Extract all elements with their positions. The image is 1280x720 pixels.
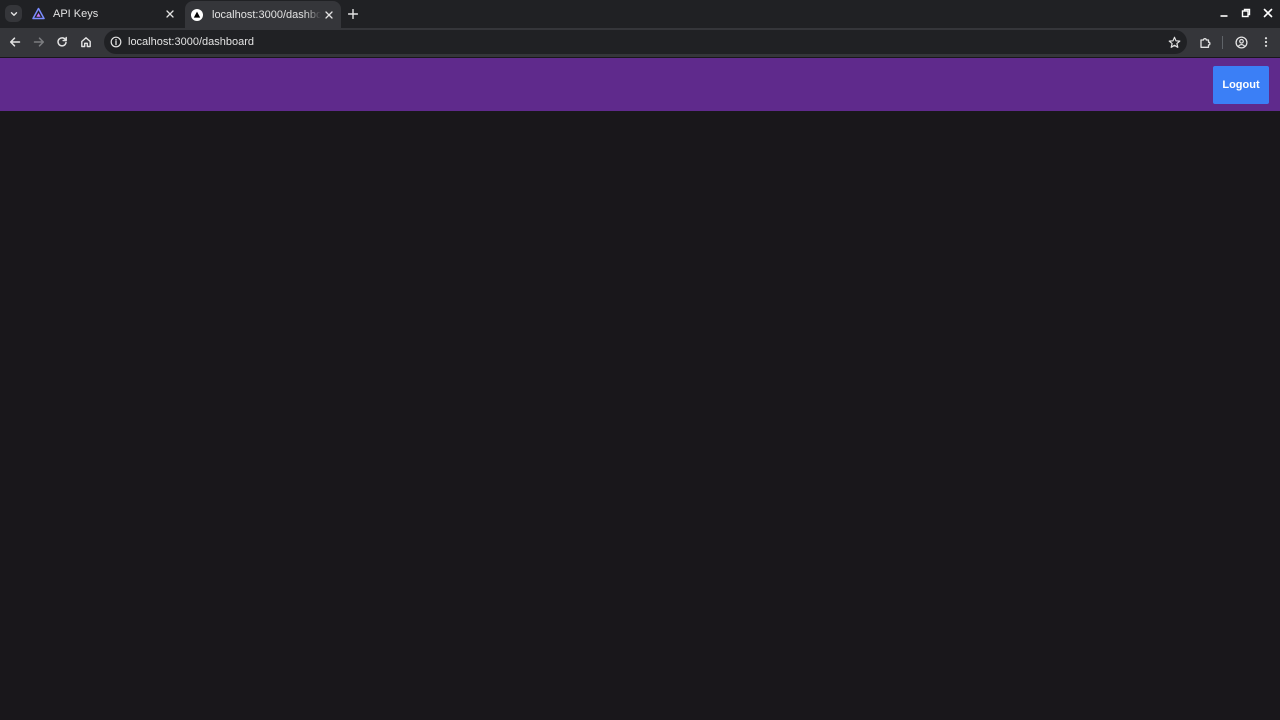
arrow-right-icon — [33, 37, 45, 47]
puzzle-piece-icon — [1199, 37, 1210, 48]
extensions-button[interactable] — [1195, 32, 1215, 52]
profile-icon — [1234, 35, 1248, 49]
toolbar-separator — [1222, 36, 1223, 49]
arrow-left-icon — [9, 37, 21, 47]
tab-api-keys[interactable]: API Keys — [26, 2, 182, 25]
restore-button[interactable] — [1236, 4, 1256, 22]
address-bar[interactable]: localhost:3000/dashboard — [104, 30, 1187, 54]
profile-button[interactable] — [1231, 32, 1251, 52]
tab-title: localhost:3000/dashboard — [212, 8, 321, 21]
tab-search-button[interactable] — [5, 5, 22, 22]
reload-icon — [57, 36, 67, 47]
home-button[interactable] — [76, 32, 96, 52]
more-vertical-icon — [1264, 37, 1268, 47]
triangle-logo-icon — [31, 7, 45, 21]
close-window-button[interactable] — [1258, 4, 1278, 22]
new-tab-button[interactable] — [344, 5, 362, 23]
plus-icon — [348, 9, 358, 19]
minimize-icon — [1220, 15, 1228, 17]
browser-menu-button[interactable] — [1256, 32, 1276, 52]
restore-icon — [1241, 8, 1251, 18]
dashboard-content — [0, 111, 1280, 720]
vercel-triangle-icon — [190, 8, 204, 22]
back-button[interactable] — [5, 32, 25, 52]
close-icon[interactable] — [162, 6, 178, 22]
reload-button[interactable] — [52, 32, 72, 52]
address-bar-url[interactable]: localhost:3000/dashboard — [128, 30, 254, 54]
minimize-button[interactable] — [1214, 4, 1234, 22]
logout-button[interactable]: Logout — [1213, 66, 1269, 104]
browser-toolbar: localhost:3000/dashboard — [0, 28, 1280, 57]
home-icon — [81, 37, 91, 48]
bookmark-star-icon[interactable] — [1166, 34, 1182, 50]
tab-title: API Keys — [53, 7, 99, 20]
chevron-down-icon — [10, 11, 17, 16]
app-header: Logout — [0, 58, 1280, 111]
tab-dashboard[interactable]: localhost:3000/dashboard — [185, 1, 341, 28]
page-viewport: Logout — [0, 57, 1280, 720]
close-icon[interactable] — [321, 7, 337, 23]
browser-tab-strip: API Keys localhost:3000/dashboard — [0, 0, 1280, 28]
close-icon — [1263, 8, 1273, 18]
forward-button[interactable] — [29, 32, 49, 52]
site-info-icon[interactable] — [109, 35, 123, 49]
